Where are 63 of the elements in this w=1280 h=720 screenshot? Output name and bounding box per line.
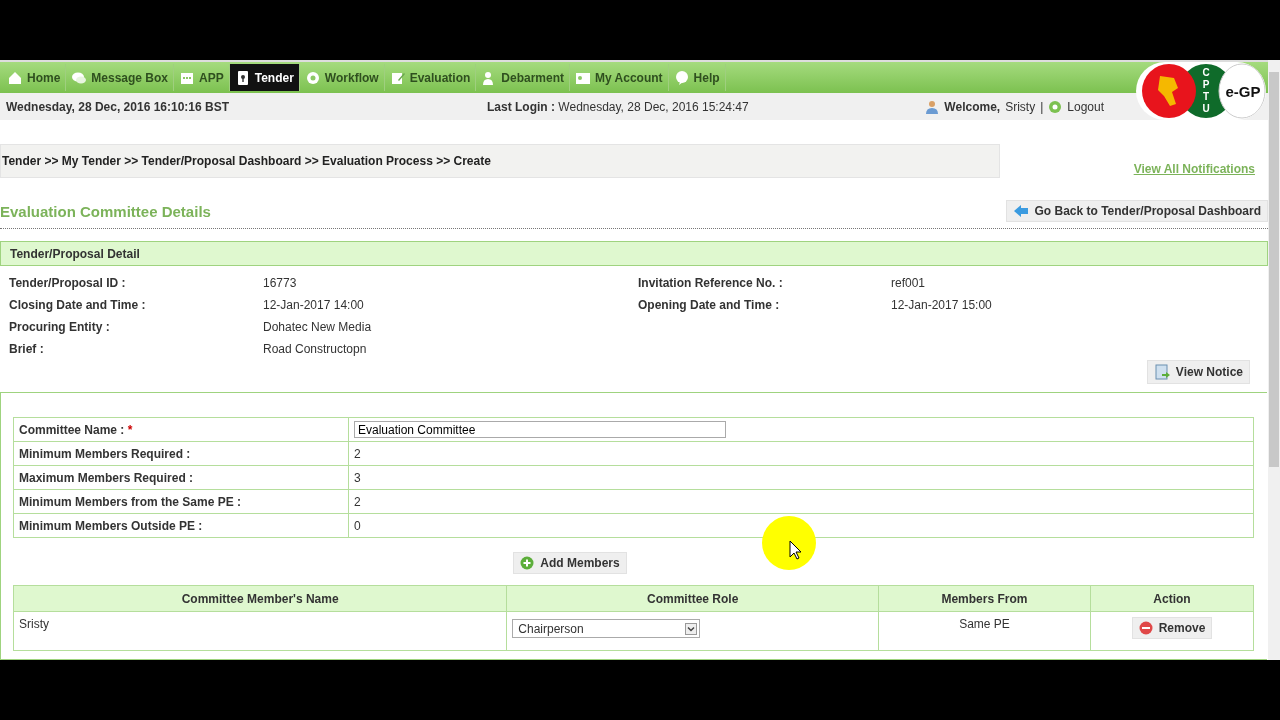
form-value: 3 bbox=[348, 465, 1254, 490]
nav-tab[interactable]: Tender bbox=[229, 64, 300, 91]
view-notice-button[interactable]: View Notice bbox=[1146, 360, 1250, 384]
section-header: Tender/Proposal Detail bbox=[0, 241, 1268, 266]
last-login-label: Last Login : bbox=[487, 99, 555, 114]
field-label: Brief : bbox=[9, 342, 45, 356]
document-icon bbox=[1153, 364, 1170, 380]
field-label: Procuring Entity : bbox=[9, 320, 111, 334]
nav-tab[interactable]: Debarment bbox=[476, 64, 570, 91]
column-header: Members From bbox=[878, 585, 1091, 612]
user-icon bbox=[925, 99, 940, 114]
form-value: 2 bbox=[348, 489, 1254, 514]
breadcrumb: Tender >> My Tender >> Tender/Proposal Dashboard >> Evaluation Process >> Create bbox=[0, 144, 1000, 178]
nav-tab[interactable]: My Account bbox=[570, 64, 669, 91]
field-label: Invitation Reference No. : bbox=[638, 276, 784, 290]
field-value: Dohatec New Media bbox=[263, 320, 373, 334]
scrollbar-thumb[interactable] bbox=[1269, 72, 1279, 467]
field-value: 12-Jan-2017 15:00 bbox=[891, 298, 993, 312]
plus-icon bbox=[520, 556, 535, 570]
caret-icon bbox=[685, 622, 698, 635]
field-value: ref001 bbox=[891, 276, 927, 290]
column-header: Committee Member's Name bbox=[13, 585, 507, 612]
form-label: Minimum Members Required : bbox=[13, 441, 349, 466]
form-label: Minimum Members Outside PE : bbox=[13, 513, 349, 538]
user-name: Sristy bbox=[1005, 99, 1036, 114]
form-value: 2 bbox=[348, 441, 1254, 466]
current-date: Wednesday, 28 Dec, 2016 16:10:16 BST bbox=[6, 99, 229, 114]
nav-tab[interactable]: Help bbox=[668, 64, 726, 91]
page-heading: Evaluation Committee Details bbox=[0, 202, 211, 220]
back-arrow-icon bbox=[1012, 204, 1029, 218]
separator: | bbox=[1040, 99, 1044, 114]
logout-link[interactable]: Logout bbox=[1067, 99, 1104, 114]
form-label: Maximum Members Required : bbox=[13, 465, 349, 490]
welcome-label: Welcome, bbox=[944, 99, 1001, 114]
column-header: Action bbox=[1090, 585, 1254, 612]
field-label: Tender/Proposal ID : bbox=[9, 276, 127, 290]
role-dropdown[interactable]: Chairperson bbox=[512, 619, 701, 638]
field-value: 12-Jan-2017 14:00 bbox=[263, 298, 365, 312]
circle-icon bbox=[304, 69, 321, 86]
column-header: Committee Role bbox=[506, 585, 879, 612]
home-icon bbox=[7, 69, 23, 86]
field-label: Opening Date and Time : bbox=[638, 298, 781, 312]
form-label: Minimum Members from the Same PE : bbox=[13, 489, 349, 514]
last-login-value: Wednesday, 28 Dec, 2016 15:24:47 bbox=[558, 99, 749, 114]
member-name: Sristy bbox=[13, 611, 507, 651]
add-members-button[interactable]: Add Members bbox=[513, 552, 627, 574]
nav-tab[interactable]: Evaluation bbox=[384, 64, 477, 91]
minus-icon bbox=[1138, 621, 1153, 635]
field-value: Road Constructopn bbox=[263, 342, 368, 356]
nav-tab[interactable]: Home bbox=[2, 64, 67, 91]
member-origin: Same PE bbox=[878, 611, 1091, 651]
logo-drawing: C P T U e-GP bbox=[1136, 62, 1266, 120]
nav-tab[interactable]: APP bbox=[174, 64, 230, 91]
field-value: 16773 bbox=[263, 276, 298, 290]
committee-name-field[interactable]: Evaluation Committee bbox=[354, 421, 726, 438]
cursor-icon bbox=[761, 515, 817, 571]
nav-tab[interactable]: Workflow bbox=[299, 64, 385, 91]
form-label: Committee Name : * bbox=[13, 417, 349, 442]
nav-tab[interactable]: Message Box bbox=[66, 64, 175, 91]
remove-button[interactable]: Remove bbox=[1131, 617, 1213, 639]
field-label: Closing Date and Time : bbox=[9, 298, 147, 312]
logout-icon bbox=[1048, 99, 1063, 114]
back-button[interactable]: Go Back to Tender/Proposal Dashboard bbox=[1005, 200, 1268, 222]
